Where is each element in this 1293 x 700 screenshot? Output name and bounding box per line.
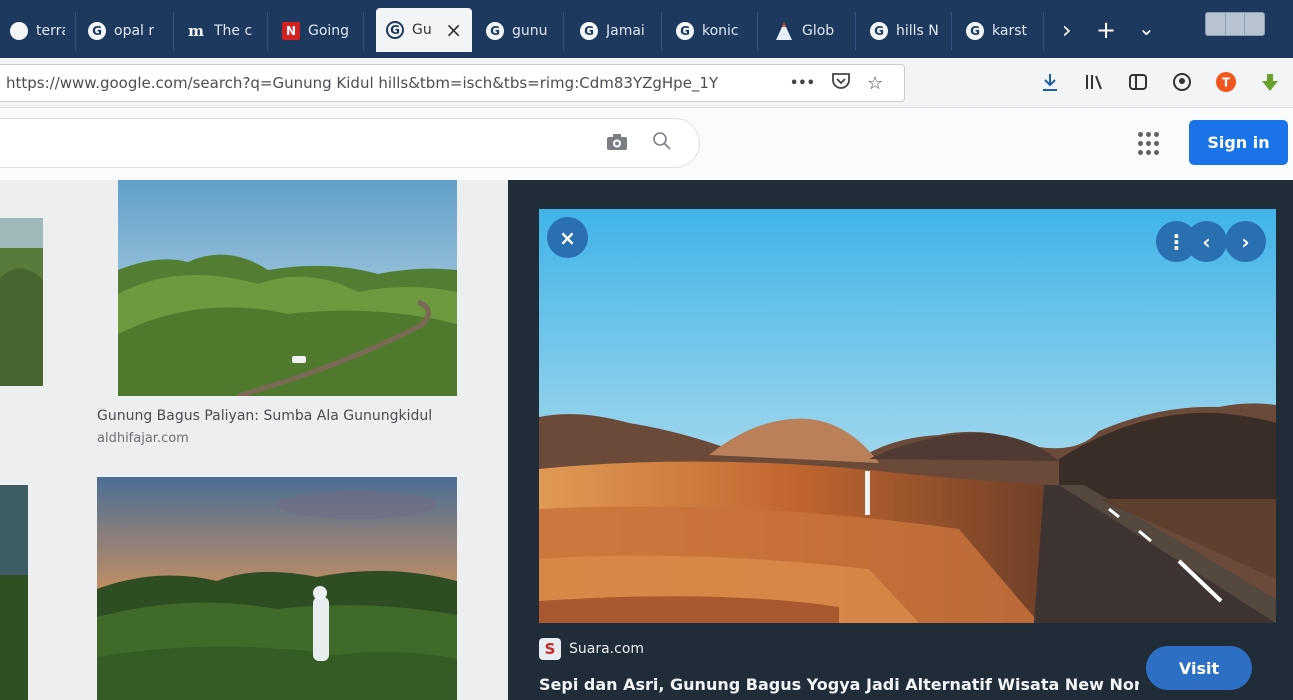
extension-leaf-icon[interactable] <box>1259 71 1281 93</box>
sign-in-button[interactable]: Sign in <box>1189 120 1288 165</box>
tab-going[interactable]: N Going <box>272 12 364 50</box>
tab-global[interactable]: Glob <box>764 12 856 50</box>
tab-overflow-icon[interactable]: › <box>1062 16 1072 44</box>
preview-image[interactable]: × ⋮ ‹ › <box>539 209 1276 623</box>
url-text[interactable]: https://www.google.com/search?q=Gunung K… <box>0 74 760 92</box>
sidebar-icon[interactable] <box>1127 71 1149 93</box>
google-icon: G <box>88 22 106 40</box>
tab-title: hills N <box>896 23 939 39</box>
pocket-icon[interactable] <box>831 72 851 95</box>
star-icon[interactable]: ☆ <box>867 73 883 94</box>
url-bar[interactable]: https://www.google.com/search?q=Gunung K… <box>0 64 905 102</box>
next-image-button[interactable]: › <box>1225 221 1266 262</box>
new-tab-button[interactable]: + <box>1096 16 1116 44</box>
tab-karst[interactable]: G karst <box>956 12 1044 50</box>
tab-title: Jamai <box>606 23 645 39</box>
download-icon[interactable] <box>1039 71 1061 93</box>
visit-button[interactable]: Visit <box>1146 646 1252 690</box>
tab-title: konic <box>702 23 739 39</box>
tab-jamaica[interactable]: G Jamai <box>570 12 662 50</box>
library-icon[interactable] <box>1083 71 1105 93</box>
apps-grid-icon[interactable] <box>1138 132 1162 156</box>
result-title[interactable]: Gunung Bagus Paliyan: Sumba Ala Gunungki… <box>97 408 432 424</box>
m-logo-icon: m <box>188 22 204 40</box>
tab-title: opal r <box>114 23 155 39</box>
image-preview-panel: × ⋮ ‹ › S Suara.com Sepi dan Asri, Gunun… <box>508 180 1293 700</box>
preview-source[interactable]: S Suara.com <box>539 638 644 660</box>
result-thumbnail[interactable] <box>0 218 43 386</box>
volcano-icon <box>774 21 794 41</box>
image-results: Gunung Bagus Paliyan: Sumba Ala Gunungki… <box>0 180 508 700</box>
suara-logo-icon: S <box>539 638 561 660</box>
result-thumbnail[interactable] <box>97 477 457 700</box>
tab-title: karst <box>992 23 1027 39</box>
more-icon[interactable]: ••• <box>790 76 815 91</box>
tab-hills[interactable]: G hills N <box>860 12 952 50</box>
preview-title[interactable]: Sepi dan Asri, Gunung Bagus Yogya Jadi A… <box>539 675 1139 694</box>
n-logo-icon: N <box>282 22 300 40</box>
tab-title: terras <box>36 23 65 39</box>
google-icon: G <box>386 21 404 39</box>
tab-title: gunu <box>512 23 548 39</box>
google-icon: G <box>486 22 504 40</box>
google-icon: G <box>676 22 694 40</box>
list-tabs-icon[interactable]: ⌄ <box>1138 14 1155 42</box>
tab-gunung[interactable]: G gunu <box>476 12 564 50</box>
tab-konic[interactable]: G konic <box>666 12 758 50</box>
google-header: Sign in <box>0 108 1293 180</box>
source-name: Suara.com <box>569 641 645 657</box>
search-icon[interactable] <box>652 131 676 155</box>
window-controls[interactable] <box>1205 12 1265 36</box>
tab-title: Glob <box>802 23 835 39</box>
tab-title: The c <box>214 23 253 39</box>
tab-gunung-active[interactable]: G Gu × <box>376 8 472 52</box>
close-tab-icon[interactable]: × <box>445 18 462 42</box>
tab-terraces[interactable]: terras <box>0 12 76 50</box>
result-thumbnail[interactable] <box>0 485 28 700</box>
google-icon: G <box>966 22 984 40</box>
result-source: aldhifajar.com <box>97 431 189 446</box>
tab-title: Gu <box>412 22 432 38</box>
search-input[interactable] <box>0 118 700 168</box>
tab-opal[interactable]: G opal r <box>78 12 174 50</box>
previous-image-button[interactable]: ‹ <box>1186 221 1227 262</box>
tab-strip: terras G opal r m The c N Going G Gu × G… <box>0 0 1293 58</box>
google-icon: G <box>870 22 888 40</box>
extension-t-icon[interactable]: T <box>1215 71 1237 93</box>
navigation-bar: https://www.google.com/search?q=Gunung K… <box>0 58 1293 108</box>
result-thumbnail[interactable] <box>118 180 457 396</box>
tab-title: Going <box>308 23 350 39</box>
account-icon[interactable] <box>1171 71 1193 93</box>
circle-icon <box>10 22 28 40</box>
google-icon: G <box>580 22 598 40</box>
tab-the[interactable]: m The c <box>176 12 268 50</box>
camera-icon[interactable] <box>606 133 630 153</box>
close-preview-button[interactable]: × <box>547 217 588 258</box>
svg-text:T: T <box>1222 76 1231 90</box>
